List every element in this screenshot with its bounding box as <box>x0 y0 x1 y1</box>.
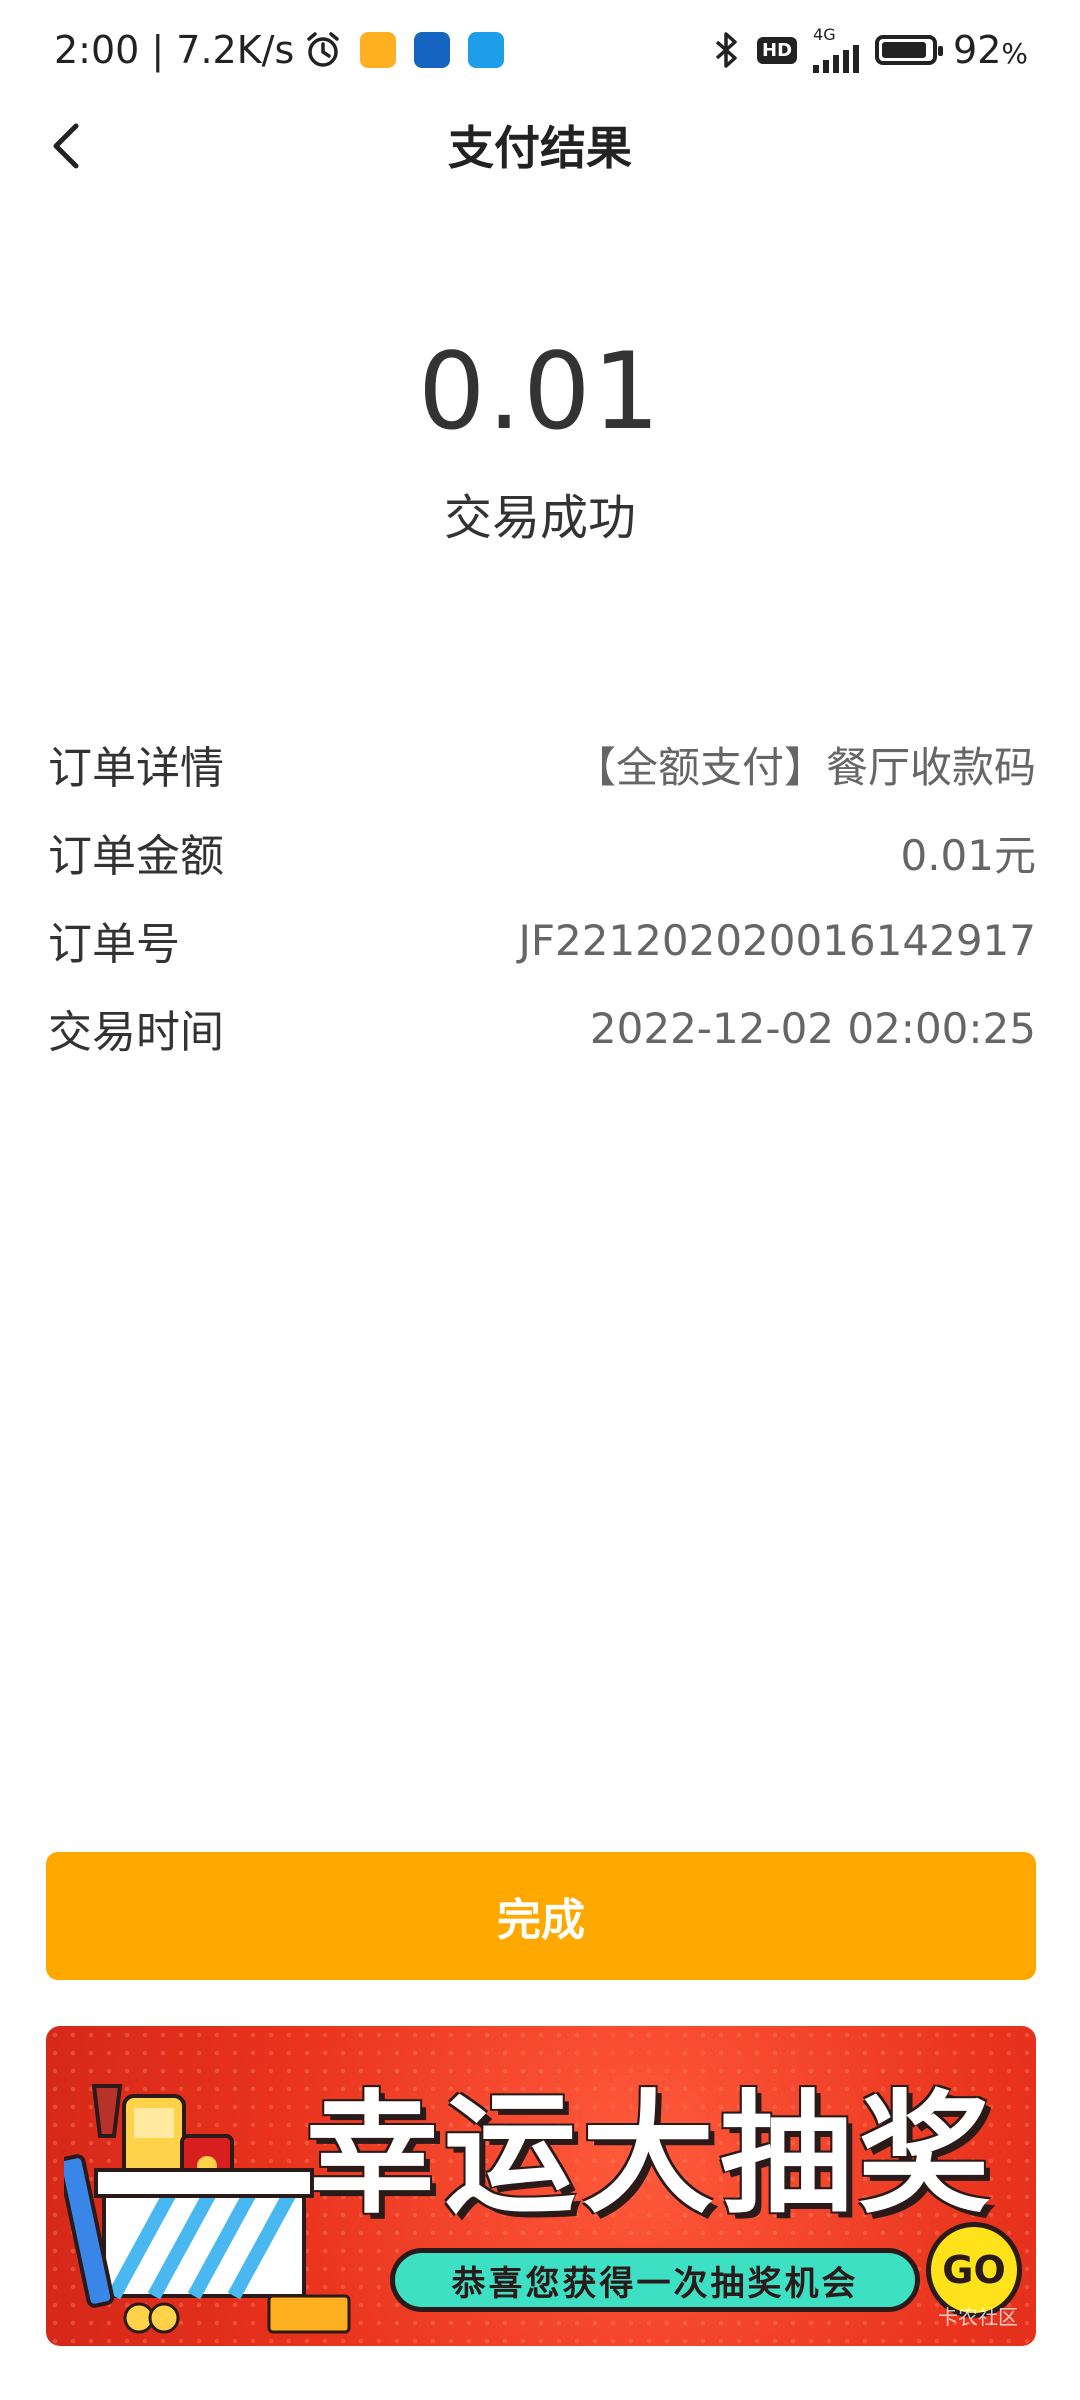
detail-value: 【全额支付】餐厅收款码 <box>573 742 1036 792</box>
battery-fill <box>882 42 927 58</box>
page-title: 支付结果 <box>448 121 632 175</box>
banner-subtitle: 恭喜您获得一次抽奖机会 <box>390 2248 920 2312</box>
detail-row-order-info: 订单详情 【全额支付】餐厅收款码 <box>48 720 1036 808</box>
watermark: 卡农社区 <box>938 2305 1018 2329</box>
lucky-draw-banner[interactable]: 幸运大抽奖 恭喜您获得一次抽奖机会 GO 卡农社区 <box>46 2026 1036 2346</box>
detail-row-transaction-time: 交易时间 2022-12-02 02:00:25 <box>48 984 1036 1072</box>
status-left: 2:00 | 7.2K/s <box>54 28 505 72</box>
detail-value: JF221202020016142917 <box>518 915 1036 965</box>
battery-icon <box>875 35 944 65</box>
network-type: 4G <box>813 25 836 44</box>
detail-label: 订单号 <box>48 919 180 970</box>
notes-app-icon <box>360 32 397 68</box>
bank-app-icon <box>414 32 451 68</box>
bluetooth-icon <box>715 32 737 68</box>
detail-label: 订单金额 <box>48 831 224 882</box>
network-indicator: 4G <box>813 25 860 73</box>
nav-bar: 支付结果 <box>0 100 1080 190</box>
detail-label: 订单详情 <box>48 743 224 794</box>
battery-percent-unit: % <box>1001 37 1028 70</box>
back-arrow-icon[interactable] <box>40 118 96 174</box>
banner-title: 幸运大抽奖 <box>306 2078 996 2232</box>
alarm-icon <box>307 32 339 67</box>
payment-status: 交易成功 <box>443 490 636 546</box>
status-right: HD 4G 92% <box>711 27 1028 73</box>
detail-value: 2022-12-02 02:00:25 <box>589 1003 1036 1053</box>
detail-row-order-amount: 订单金额 0.01元 <box>48 808 1036 896</box>
battery-percent-value: 92 <box>953 28 1002 72</box>
detail-label: 交易时间 <box>48 1007 224 1058</box>
payment-amount: 0.01 <box>417 330 662 453</box>
upload-app-icon <box>468 32 505 68</box>
done-button[interactable]: 完成 <box>46 1852 1036 1980</box>
status-bar: 2:00 | 7.2K/s HD 4G 92% <box>0 0 1080 100</box>
detail-row-order-number: 订单号 JF221202020016142917 <box>48 896 1036 984</box>
battery-percent: 92% <box>953 28 1028 72</box>
detail-value: 0.01元 <box>900 830 1036 880</box>
hd-badge: HD <box>757 36 798 64</box>
status-time: 2:00 | 7.2K/s <box>54 28 295 72</box>
order-details: 订单详情 【全额支付】餐厅收款码 订单金额 0.01元 订单号 JF221202… <box>48 720 1036 1072</box>
signal-icon <box>813 43 860 73</box>
